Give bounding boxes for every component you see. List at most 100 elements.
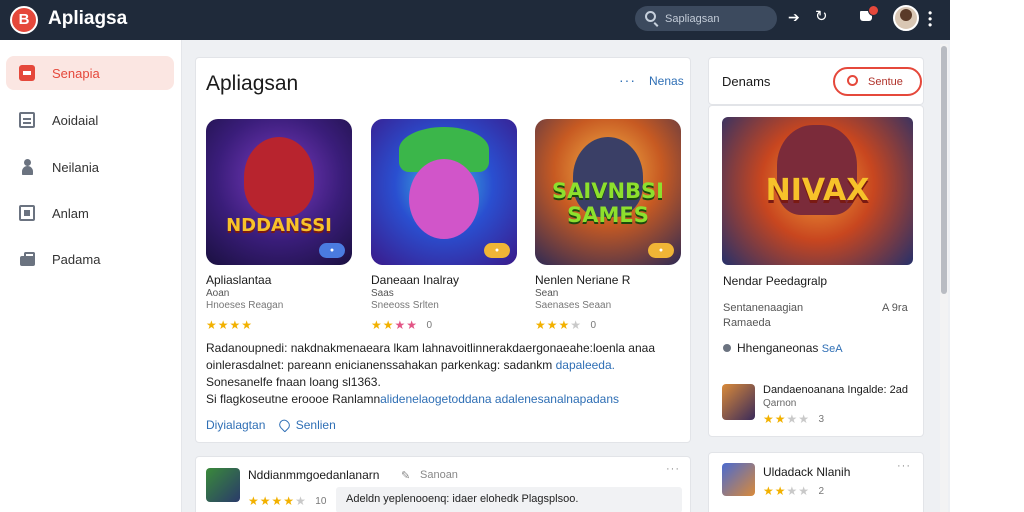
review-sub-label: Sanoan: [420, 469, 458, 481]
featured-size: A 9ra: [882, 302, 908, 314]
description-text: oinlerasdalnet: pareann enicianenssahaka…: [206, 358, 553, 372]
sidebar-item-document[interactable]: Anlam: [6, 196, 174, 230]
game-developer: Sneeoss Srlten: [371, 300, 439, 311]
sidebar-item-label: Neilania: [52, 160, 99, 175]
rating-stars: ★★★★ 0: [371, 316, 433, 332]
sidebar-item-label: Padama: [52, 252, 101, 267]
tile-badge: ●: [648, 243, 674, 258]
sidebar-item-user[interactable]: Neilania: [6, 150, 174, 184]
game-logo-text: NDDANSSI: [226, 215, 332, 236]
refresh-icon[interactable]: ↻: [815, 9, 828, 25]
wishlist-link[interactable]: Senlien: [296, 418, 336, 432]
rating-score: 0: [426, 320, 433, 331]
page-title: Apliagsan: [206, 72, 299, 95]
sidebar-item-label: Aoidaial: [52, 113, 99, 128]
game-developer: Hnoeses Reagan: [206, 300, 284, 311]
review-text-field[interactable]: Adeldn yeplenooenq: idaer elohedk Plagsp…: [336, 487, 682, 512]
star-icon: ★: [229, 318, 241, 332]
review-title[interactable]: Nddianmmgoedanlanarn: [248, 468, 379, 482]
scrollbar[interactable]: [940, 44, 948, 512]
list-item-title[interactable]: Dandaenoanana Ingalde: 2ad: [763, 384, 908, 396]
page-margin: [950, 0, 1024, 512]
app-thumbnail[interactable]: [722, 463, 755, 496]
sidebar-item-label: Anlam: [52, 206, 89, 221]
avatar[interactable]: [893, 5, 919, 31]
home-icon: [19, 65, 35, 81]
star-icon: ★: [798, 484, 810, 498]
more-icon[interactable]: ···: [666, 463, 680, 475]
star-icon: ★: [217, 318, 229, 332]
star-icon: ★: [382, 318, 394, 332]
star-icon: ★: [283, 494, 295, 508]
app-thumbnail[interactable]: [722, 384, 755, 420]
game-tile[interactable]: SAIVNBSI SAMES ●: [535, 119, 681, 265]
rating-stars: ★★★★ 3: [763, 410, 824, 428]
game-logo-text: NIVAX: [765, 173, 870, 208]
app-thumbnail[interactable]: [206, 468, 240, 502]
star-icon: ★: [763, 412, 774, 426]
more-icon[interactable]: ···: [897, 460, 911, 472]
star-icon: ★: [535, 318, 546, 332]
character-art: [244, 137, 314, 217]
featured-card: NIVAX Nendar Peedagralp Sentanenaagian R…: [708, 105, 924, 437]
game-name[interactable]: Daneaan Inalray: [371, 273, 459, 287]
description-link[interactable]: alidenelaogetoddana adalenesanalnapadans: [380, 392, 619, 406]
sidebar-item-home[interactable]: Senapia: [6, 56, 174, 90]
star-icon: ★: [774, 412, 786, 426]
search-icon: [645, 11, 656, 22]
right-panel-header: Denams Sentue: [708, 57, 924, 105]
description: Radanoupnedi: nakdnakmenaeara lkam lahna…: [206, 340, 682, 408]
rating-score: 10: [315, 496, 327, 507]
apps-card: Apliagsan ··· Nenas NDDANSSI ● ● SAIVNBS…: [195, 57, 691, 443]
star-icon: ★: [406, 318, 418, 332]
list-item-title[interactable]: Uldadack Nlanih: [763, 465, 850, 479]
game-category: Saas: [371, 288, 394, 299]
pencil-icon[interactable]: ✎: [401, 469, 410, 482]
details-link[interactable]: Diyialagtan: [206, 418, 265, 432]
more-icon[interactable]: ···: [619, 72, 636, 88]
star-icon: ★: [786, 412, 798, 426]
description-link[interactable]: dapaleeda.: [556, 358, 615, 372]
game-name[interactable]: Nenlen Neriane R: [535, 273, 630, 287]
star-icon: ★: [295, 494, 306, 508]
sidebar-item-package[interactable]: Padama: [6, 242, 174, 276]
user-icon: [19, 159, 35, 175]
sidebar-item-calendar[interactable]: Aoidaial: [6, 103, 174, 137]
character-art: [409, 159, 479, 239]
featured-name[interactable]: Nendar Peedagralp: [723, 274, 827, 288]
cart-icon[interactable]: [860, 5, 879, 23]
top-bar: B Apliagsa ➔ ↻ •••: [0, 0, 950, 40]
rating-stars: ★★★★ 2: [763, 482, 824, 500]
search-input[interactable]: [665, 10, 770, 27]
pin-icon: [723, 344, 731, 352]
star-icon: ★: [570, 318, 582, 332]
star-icon: ★: [786, 484, 798, 498]
heart-icon[interactable]: [276, 417, 292, 433]
package-icon: [19, 251, 35, 267]
game-tile[interactable]: ●: [371, 119, 517, 265]
search-icon: [847, 75, 858, 86]
game-tile[interactable]: NDDANSSI ●: [206, 119, 352, 265]
more-icon[interactable]: • • •: [928, 7, 932, 31]
star-icon: ★: [774, 484, 786, 498]
panel-action-button[interactable]: Sentue: [833, 67, 922, 96]
tile-badge: ●: [319, 243, 345, 258]
game-category: Aoan: [206, 288, 230, 299]
featured-location-row: Hhenganeonas SeA: [723, 341, 843, 355]
location-link[interactable]: SeA: [822, 343, 843, 355]
star-icon: ★: [371, 318, 382, 332]
search-bar[interactable]: [635, 6, 777, 31]
featured-meta: Ramaeda: [723, 317, 771, 329]
sidebar: Senapia Aoidaial Neilania Anlam Padama: [0, 40, 182, 512]
scrollbar-thumb[interactable]: [941, 46, 947, 294]
featured-image[interactable]: NIVAX: [722, 117, 913, 265]
description-line: Sonesanelfe fnaan loang sl1363.: [206, 375, 381, 389]
star-icon: ★: [558, 318, 570, 332]
star-icon: ★: [259, 494, 271, 508]
star-icon: ★: [248, 494, 259, 508]
game-name[interactable]: Apliaslantaa: [206, 273, 271, 287]
app-logo[interactable]: B: [10, 6, 38, 34]
news-link[interactable]: Nenas: [649, 74, 684, 88]
star-icon: ★: [206, 318, 217, 332]
back-arrow-icon[interactable]: ➔: [788, 9, 800, 25]
